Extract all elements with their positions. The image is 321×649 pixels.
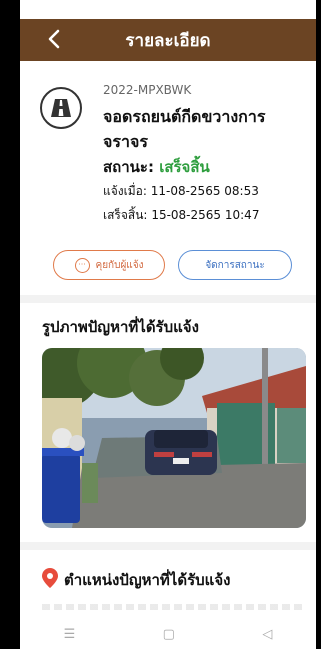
report-info: 2022-MPXBWK จอดรถยนต์กีดขวางการจราจร สถา… xyxy=(103,83,306,224)
location-text-preview xyxy=(42,604,306,610)
report-code: 2022-MPXBWK xyxy=(103,83,192,97)
finished-row: เสร็จสิ้น: 15-08-2565 10:47 xyxy=(103,206,306,224)
status-label: สถานะ: xyxy=(103,158,154,176)
manage-status-button[interactable]: จัดการสถานะ xyxy=(178,250,292,280)
action-buttons: ··· คุยกับผู้แจ้ง จัดการสถานะ xyxy=(53,250,292,280)
status-badge: เสร็จสิ้น xyxy=(159,158,210,176)
android-nav-bar: ☰ ▢ ◁ xyxy=(20,619,316,649)
location-pin-icon xyxy=(42,568,58,588)
status-row: สถานะ: เสร็จสิ้น xyxy=(103,156,306,178)
reported-label: แจ้งเมื่อ: xyxy=(103,184,147,198)
finished-label: เสร็จสิ้น: xyxy=(103,208,148,222)
section-divider xyxy=(20,542,316,550)
chat-with-reporter-button[interactable]: ··· คุยกับผู้แจ้ง xyxy=(53,250,165,280)
section-divider xyxy=(20,295,316,303)
report-title: จอดรถยนต์กีดขวางการจราจร xyxy=(103,107,266,151)
photo-section-title: รูปภาพปัญหาที่ได้รับแจ้ง xyxy=(42,318,199,336)
back-nav-icon[interactable]: ◁ xyxy=(262,627,272,642)
manage-button-label: จัดการสถานะ xyxy=(205,259,265,271)
problem-photo[interactable] xyxy=(42,348,306,528)
chevron-left-icon[interactable] xyxy=(42,27,66,51)
chat-button-label: คุยกับผู้แจ้ง xyxy=(95,259,144,271)
phone-screen: รายละเอียด 2022-MPXBWK จอดรถยนต์กีดขวางก… xyxy=(20,0,316,649)
chat-icon: ··· xyxy=(74,257,90,273)
home-icon[interactable]: ▢ xyxy=(163,627,175,642)
menu-icon[interactable]: ☰ xyxy=(64,627,76,642)
location-section-title: ตำแหน่งปัญหาที่ได้รับแจ้ง xyxy=(64,571,231,589)
road-icon xyxy=(40,87,82,129)
app-header: รายละเอียด xyxy=(20,19,316,61)
reported-time: 11-08-2565 08:53 xyxy=(150,184,259,198)
finished-time: 15-08-2565 10:47 xyxy=(151,208,260,222)
status-bar xyxy=(20,0,316,19)
reported-row: แจ้งเมื่อ: 11-08-2565 08:53 xyxy=(103,182,306,200)
